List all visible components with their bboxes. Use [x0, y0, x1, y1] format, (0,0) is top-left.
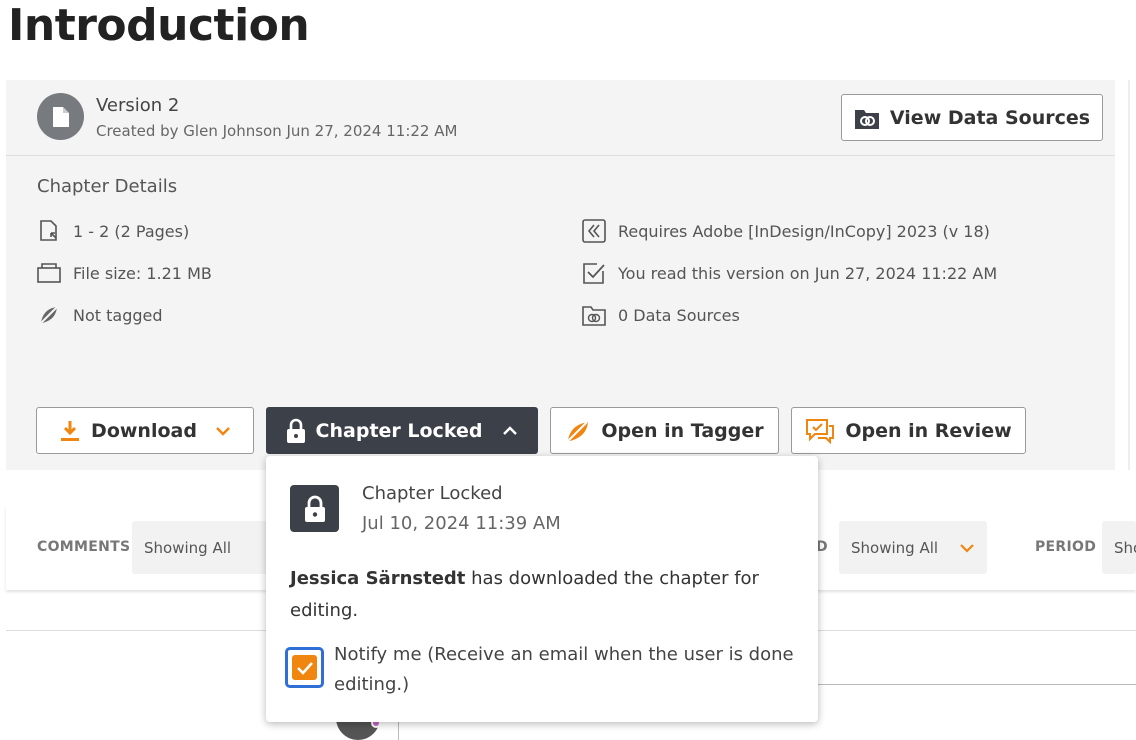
checkbox-read-icon	[582, 261, 606, 285]
lock-icon	[286, 418, 305, 443]
tagger-icon	[566, 420, 589, 443]
tag-off-icon	[37, 303, 61, 327]
version-title: Version 2	[96, 95, 180, 116]
version-divider	[6, 155, 1115, 156]
chevron-down-icon	[216, 426, 230, 436]
chapter-details-heading: Chapter Details	[37, 176, 178, 197]
chapter-locked-label: Chapter Locked	[315, 419, 483, 442]
comments-filter-label: COMMENTS	[37, 539, 131, 555]
popover-date: Jul 10, 2024 11:39 AM	[362, 513, 561, 534]
detail-requires: Requires Adobe [InDesign/InCopy] 2023 (v…	[582, 219, 990, 243]
detail-tagged: Not tagged	[37, 303, 163, 327]
notify-me-label: Notify me (Receive an email when the use…	[334, 644, 794, 695]
chevron-up-icon	[503, 425, 518, 435]
data-sources-folder-icon	[582, 303, 606, 327]
chapter-locked-button[interactable]: Chapter Locked	[266, 407, 538, 454]
detail-data-sources: 0 Data Sources	[582, 303, 740, 327]
view-data-sources-label: View Data Sources	[889, 106, 1091, 129]
review-chat-icon	[806, 418, 835, 444]
version-avatar	[37, 93, 84, 140]
download-icon	[61, 420, 80, 441]
open-in-review-label: Open in Review	[845, 419, 1012, 442]
pages-icon	[37, 219, 61, 243]
checkmark-icon	[296, 661, 313, 675]
open-in-tagger-label: Open in Tagger	[601, 419, 764, 442]
checkbox-checked	[292, 655, 317, 680]
status-filter-select[interactable]: Showing All	[839, 521, 987, 574]
comments-filter-select[interactable]: Showing All	[132, 521, 272, 574]
download-label: Download	[91, 419, 197, 442]
detail-file-size: File size: 1.21 MB	[37, 261, 212, 285]
popover-title: Chapter Locked	[362, 483, 503, 504]
adobe-app-icon	[582, 219, 606, 243]
download-button[interactable]: Download	[36, 407, 254, 454]
version-created: Created by Glen Johnson Jun 27, 2024 11:…	[96, 122, 458, 140]
open-in-tagger-button[interactable]: Open in Tagger	[550, 407, 779, 454]
panel-edge	[1128, 80, 1130, 470]
document-icon	[52, 106, 69, 127]
notify-me-checkbox[interactable]	[285, 647, 324, 688]
briefcase-icon	[37, 261, 61, 285]
data-sources-icon	[854, 109, 879, 129]
locked-by-user: Jessica Särnstedt	[290, 568, 466, 589]
page-title: Introduction	[8, 0, 310, 51]
period-filter-label: PERIOD	[1035, 539, 1097, 555]
view-data-sources-button[interactable]: View Data Sources	[841, 94, 1103, 141]
period-filter-select[interactable]: Sho	[1102, 521, 1136, 574]
open-in-review-button[interactable]: Open in Review	[791, 407, 1026, 454]
popover-message: Jessica Särnstedt has downloaded the cha…	[290, 568, 759, 621]
popover-lock-icon	[290, 485, 339, 532]
chevron-down-icon	[960, 544, 974, 553]
detail-read: You read this version on Jun 27, 2024 11…	[582, 261, 997, 285]
detail-pages: 1 - 2 (2 Pages)	[37, 219, 189, 243]
